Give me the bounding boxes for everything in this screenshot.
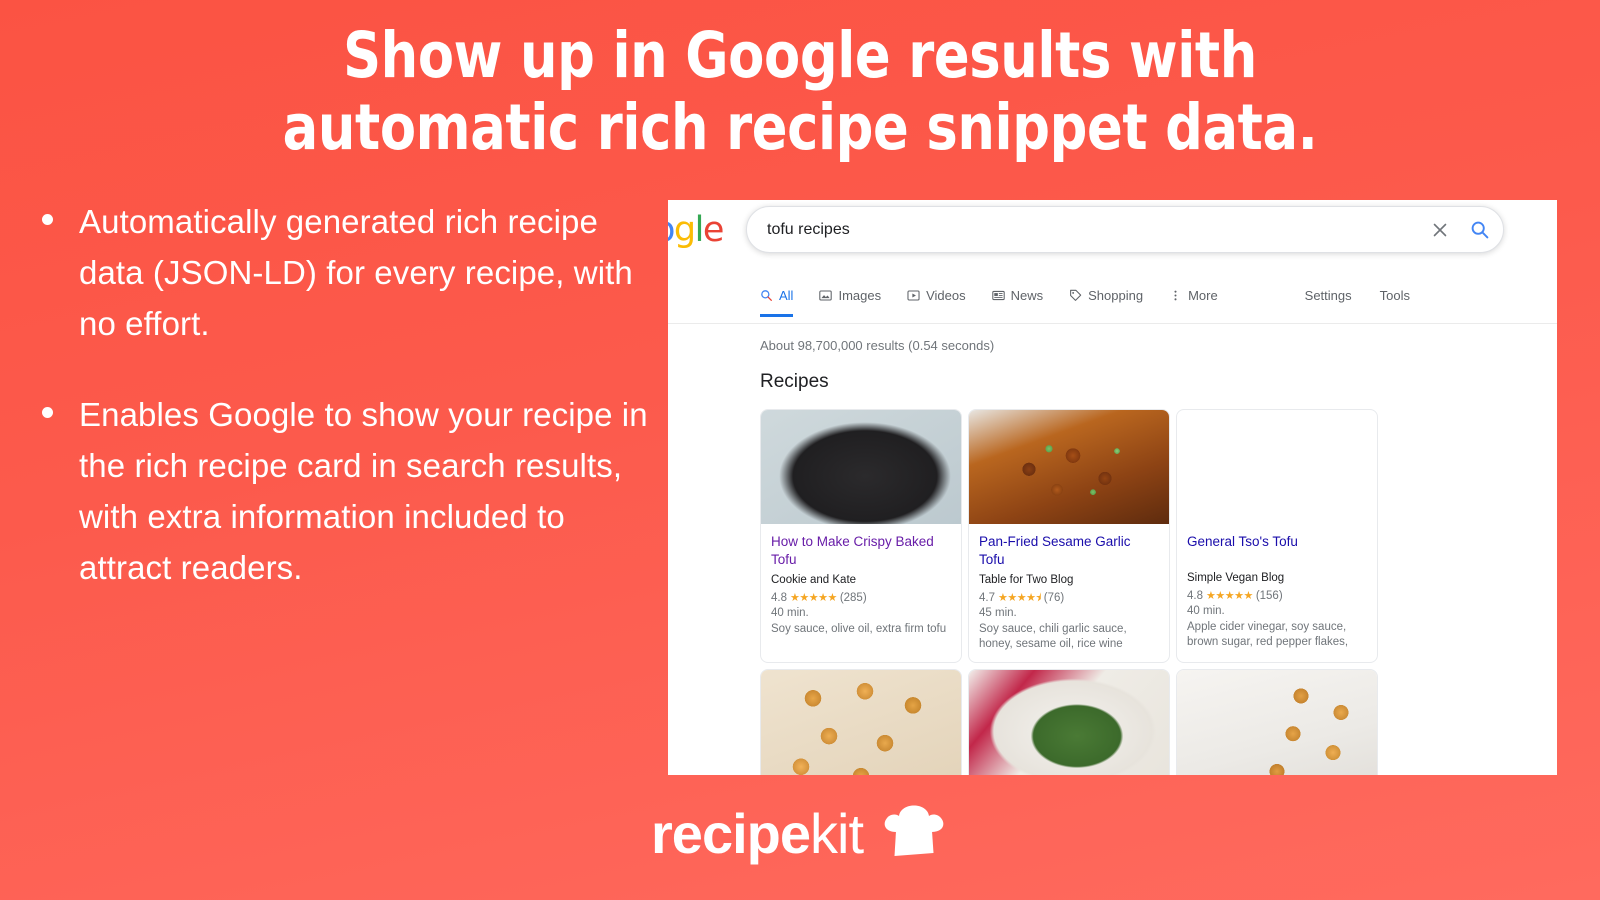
page-title: Show up in Google results with automatic…: [56, 20, 1544, 164]
feature-bullet-list: Automatically generated rich recipe data…: [42, 196, 654, 633]
search-input[interactable]: tofu recipes: [747, 221, 1423, 239]
close-icon[interactable]: [1423, 218, 1457, 242]
recipe-card[interactable]: How to Make Crispy Baked Tofu Cookie and…: [760, 409, 962, 663]
recipe-card[interactable]: [1176, 669, 1378, 775]
tab-videos-label: Videos: [926, 288, 966, 303]
search-icon[interactable]: [1457, 218, 1503, 242]
image-icon: [819, 290, 833, 301]
serp-header: ogle tofu recipes: [668, 200, 1557, 288]
tag-icon: [1070, 289, 1082, 301]
recipe-image: [1177, 670, 1377, 775]
google-logo: ogle: [668, 210, 725, 250]
headline-line-2: automatic rich recipe snippet data.: [282, 90, 1318, 164]
recipe-card-body: General Tso's Tofu Simple Vegan Blog 4.8…: [1177, 524, 1377, 660]
recipe-ingredients: Soy sauce, chili garlic sauce, honey, se…: [979, 623, 1127, 650]
serp-nav-tabs: All Images Videos News Shopping More Set…: [668, 288, 1557, 324]
recipe-card[interactable]: Pan-Fried Sesame Garlic Tofu Table for T…: [968, 409, 1170, 663]
recipe-title-link[interactable]: Pan-Fried Sesame Garlic Tofu: [979, 533, 1159, 569]
recipe-rating: 4.7 ★★★★⯨ (76): [979, 591, 1159, 606]
review-count: (156): [1255, 590, 1283, 602]
recipe-source: Simple Vegan Blog: [1187, 572, 1285, 584]
tab-all-label: All: [779, 288, 794, 303]
recipe-ingredients: Apple cider vinegar, soy sauce, brown su…: [1187, 621, 1349, 648]
list-item: Enables Google to show your recipe in th…: [42, 389, 654, 593]
bullet-dot-icon: [42, 407, 53, 418]
tab-news[interactable]: News: [991, 288, 1044, 314]
recipe-ingredients: Soy sauce, olive oil, extra firm tofu: [771, 623, 947, 635]
more-vertical-icon: [1174, 290, 1177, 301]
video-icon: [907, 290, 920, 301]
review-count: (76): [1043, 592, 1065, 604]
google-logo-l: l: [694, 210, 705, 250]
tab-images-label: Images: [838, 288, 882, 303]
tab-more-label: More: [1188, 288, 1218, 303]
tab-more[interactable]: More: [1169, 288, 1218, 314]
star-rating-icon: ★★★★★: [790, 592, 837, 604]
chef-hat-icon: [884, 805, 944, 856]
star-rating-icon: ★★★★★: [1206, 590, 1253, 602]
logo-recipe-text: recipe: [651, 802, 811, 865]
recipekit-logo: recipekit: [0, 804, 1600, 864]
google-logo-g: g: [673, 210, 696, 250]
tab-videos[interactable]: Videos: [907, 288, 966, 314]
review-count: (285): [839, 592, 867, 604]
recipe-rating: 4.8 ★★★★★ (285): [771, 591, 951, 606]
google-logo-e: e: [702, 210, 725, 250]
result-stats: About 98,700,000 results (0.54 seconds): [760, 338, 995, 353]
headline-line-1: Show up in Google results with: [343, 19, 1257, 92]
recipe-image: [969, 670, 1169, 775]
recipe-image: [761, 410, 961, 524]
list-item: Automatically generated rich recipe data…: [42, 196, 654, 349]
tools-button[interactable]: Tools: [1380, 288, 1410, 303]
recipe-card-body: Pan-Fried Sesame Garlic Tofu Table for T…: [969, 524, 1169, 662]
recipe-source: Table for Two Blog: [979, 574, 1074, 586]
search-icon: [761, 290, 772, 301]
rating-value: 4.7: [979, 592, 995, 604]
recipe-source: Cookie and Kate: [771, 574, 857, 586]
recipe-card[interactable]: General Tso's Tofu Simple Vegan Blog 4.8…: [1176, 409, 1378, 663]
google-serp-screenshot: ogle tofu recipes All Images Videos: [668, 200, 1557, 775]
bullet-text: Automatically generated rich recipe data…: [79, 203, 633, 342]
tab-images[interactable]: Images: [819, 288, 881, 314]
recipe-title-link[interactable]: How to Make Crispy Baked Tofu: [771, 533, 951, 569]
star-rating-icon: ★★★★⯨: [998, 592, 1041, 604]
recipe-card[interactable]: [760, 669, 962, 775]
recipe-time: 40 min.: [1187, 605, 1225, 617]
rating-value: 4.8: [1187, 590, 1203, 602]
bullet-text: Enables Google to show your recipe in th…: [79, 396, 648, 586]
recipe-image: [969, 410, 1169, 524]
recipe-card-body: How to Make Crispy Baked Tofu Cookie and…: [761, 524, 961, 647]
tab-shopping-label: Shopping: [1088, 288, 1144, 303]
serp-nav-right: Settings Tools: [1305, 288, 1557, 303]
search-box[interactable]: tofu recipes: [746, 206, 1504, 253]
settings-button[interactable]: Settings: [1305, 288, 1352, 303]
recipes-section-title: Recipes: [760, 371, 829, 392]
recipe-card-grid: How to Make Crispy Baked Tofu Cookie and…: [760, 409, 1392, 775]
logo-kit-text: kit: [810, 802, 864, 865]
recipe-title-link[interactable]: General Tso's Tofu: [1187, 533, 1367, 551]
recipe-image: [761, 670, 961, 775]
recipe-image: [1177, 410, 1377, 524]
recipe-time: 40 min.: [771, 607, 809, 619]
recipe-card[interactable]: [968, 669, 1170, 775]
rating-value: 4.8: [771, 592, 787, 604]
tab-news-label: News: [1010, 288, 1044, 303]
recipekit-wordmark: recipekit: [651, 806, 864, 862]
news-icon: [991, 290, 1005, 301]
bullet-dot-icon: [42, 214, 53, 225]
recipe-rating: 4.8 ★★★★★ (156): [1187, 589, 1367, 604]
tab-all[interactable]: All: [760, 288, 794, 317]
recipe-time: 45 min.: [979, 607, 1017, 619]
tab-shopping[interactable]: Shopping: [1069, 288, 1143, 314]
